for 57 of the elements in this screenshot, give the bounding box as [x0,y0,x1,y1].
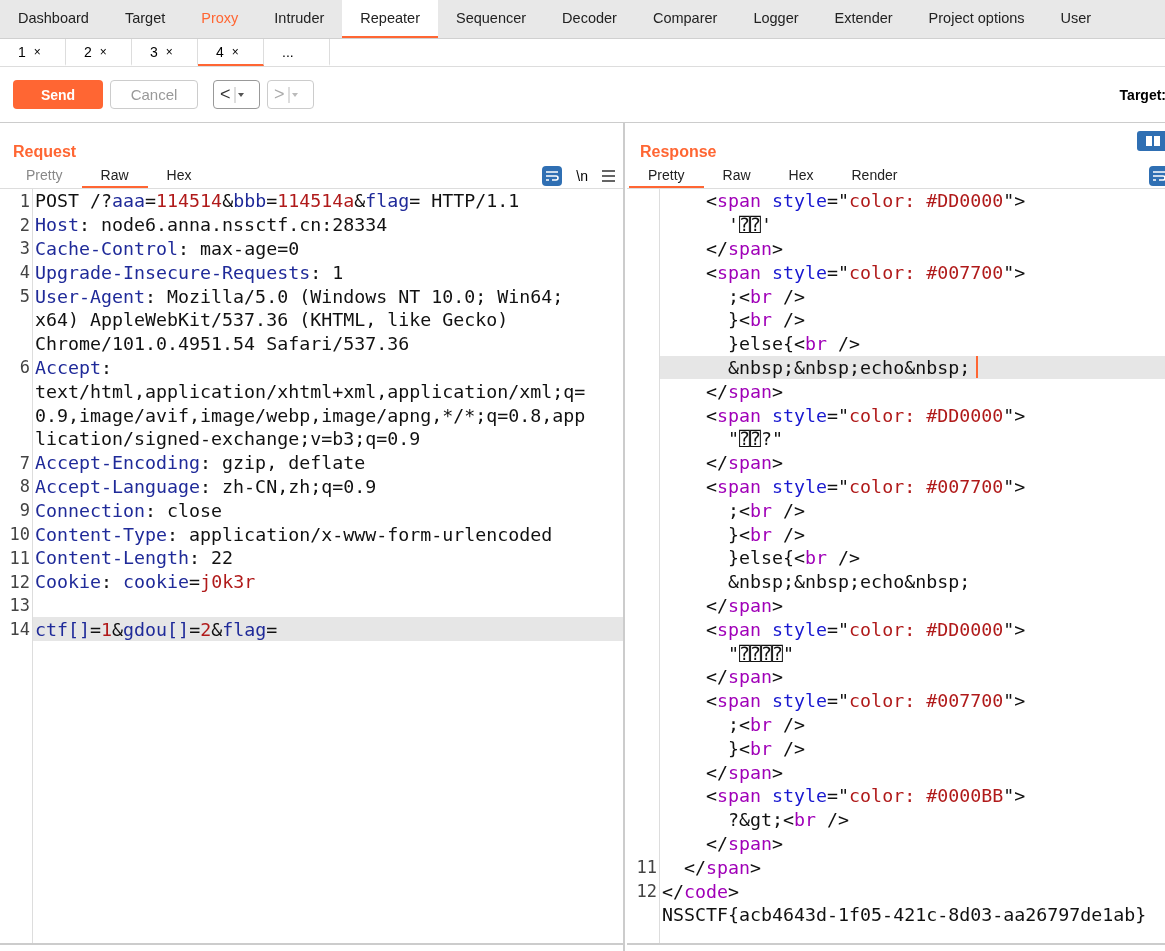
close-icon[interactable]: × [165,44,173,59]
main-tab[interactable]: Comparer [634,0,736,38]
pane-title: Request [13,143,77,161]
main-tab[interactable]: Repeater [342,0,438,38]
split-view-icon[interactable] [1137,131,1165,151]
repeater-tab[interactable]: 3 × [132,39,198,66]
pane-title: Response [640,143,717,161]
back-button[interactable]: < [213,80,260,109]
view-tab[interactable]: Raw [703,163,770,188]
main-tab[interactable]: Project options [910,0,1043,38]
close-icon[interactable]: × [99,44,107,59]
main-tab[interactable]: User [1042,0,1110,38]
line-number: 12 [9,571,30,592]
main-tab[interactable]: Decoder [544,0,635,38]
line-number: 14 [9,619,30,640]
line-number: 10 [9,524,30,545]
view-tab[interactable]: Hex [147,163,211,188]
repeater-tab[interactable]: 1 × [0,39,66,66]
repeater-tab[interactable]: 4 × [198,39,264,66]
line-number: 1 [19,190,30,211]
dropdown-icon[interactable] [233,86,244,103]
line-number: 8 [19,476,30,497]
line-number: 5 [19,286,30,307]
tab-label: 2 [84,43,92,60]
line-number: 4 [19,262,30,283]
line-number: 11 [9,547,30,568]
menu-icon[interactable] [602,169,615,182]
view-tab[interactable]: Hex [769,163,833,188]
line-number: 12 [636,881,657,901]
repeater-tab[interactable]: 2 × [66,39,132,66]
close-icon[interactable]: × [231,44,239,59]
target-label: Target: [1119,86,1165,103]
wrap-icon[interactable] [1149,165,1165,186]
line-number: 7 [19,452,30,473]
close-icon[interactable]: × [33,44,41,59]
repeater-tab[interactable]: ... [264,39,330,66]
line-number: 2 [19,214,30,235]
main-tab[interactable]: Logger [735,0,817,38]
code-editor[interactable] [627,189,1165,945]
tab-label: ... [282,43,294,60]
main-tab[interactable]: Intruder [256,0,343,38]
tab-label: 3 [150,43,158,60]
main-tab[interactable]: Target [106,0,184,38]
main-tab[interactable]: Extender [816,0,911,38]
tab-label: 4 [216,43,224,60]
line-number: 11 [636,857,657,878]
line-number: 13 [9,595,30,616]
code-editor[interactable] [0,189,623,945]
line-number: 3 [19,238,30,259]
wrap-icon[interactable] [542,165,563,186]
main-tab[interactable]: Sequencer [437,0,545,38]
view-tab[interactable]: Render [832,163,917,188]
newline-toggle[interactable]: \n [576,167,588,184]
line-number: 9 [19,500,30,521]
line-number: 6 [19,357,30,378]
tab-label: 1 [18,43,26,60]
main-tab[interactable]: Dashboard [0,0,107,38]
